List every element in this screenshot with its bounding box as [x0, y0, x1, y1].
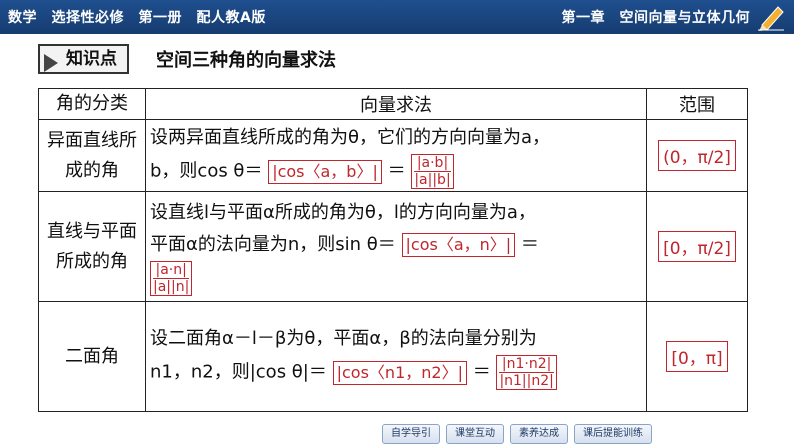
- section-heading: 知识点 空间三种角的向量求法: [38, 40, 758, 74]
- answer-fraction: |a·b| |a||b|: [411, 154, 454, 189]
- section-title: 空间三种角的向量求法: [156, 50, 336, 71]
- method-line-3: |a·n| |a||n|: [150, 261, 642, 296]
- knowledge-badge: 知识点: [38, 44, 129, 74]
- header-method: 向量求法: [145, 88, 647, 120]
- fraction-denominator: |a||n|: [153, 279, 190, 295]
- equals-sign: ＝: [520, 234, 539, 255]
- method-line-2: n1，n2，则|cos θ|＝ |cos〈n1，n2〉| ＝ |n1·n2| |…: [150, 355, 642, 390]
- nav-literacy[interactable]: 素养达成: [510, 424, 568, 444]
- answer-fraction: |a·n| |a||n|: [150, 261, 193, 296]
- pencil-icon: [758, 6, 784, 31]
- table-row: 异面直线所成的角 设两异面直线所成的角为θ，它们的方向向量为a， b，则cos …: [38, 119, 748, 192]
- answer-box-cos: |cos〈a，b〉|: [268, 159, 382, 184]
- range-answer: (0，π/2]: [658, 140, 736, 171]
- fraction-numerator: |a·n|: [153, 262, 190, 279]
- method-line-2: 平面α的法向量为n，则sin θ＝ |cos〈a，n〉| ＝: [150, 229, 642, 261]
- range-answer: [0，π]: [666, 341, 728, 372]
- method-line-2: b，则cos θ＝ |cos〈a，b〉| ＝ |a·b| |a||b|: [150, 154, 642, 189]
- range-cell: [0，π/2]: [646, 191, 748, 302]
- table-row: 直线与平面所成的角 设直线l与平面α所成的角为θ，l的方向向量为a， 平面α的法…: [38, 191, 748, 302]
- method-prefix: 平面α的法向量为n，则sin θ＝: [150, 234, 396, 255]
- method-line-1: 设二面角α－l－β为θ，平面α，β的法向量分别为: [150, 328, 537, 349]
- method-prefix: n1，n2，则|cos θ|＝: [150, 361, 327, 383]
- triangle-arrow-icon: [44, 54, 58, 72]
- equals-sign: ＝: [472, 361, 491, 383]
- fraction-numerator: |a·b|: [414, 155, 451, 172]
- fraction-denominator: |n1||n2|: [499, 373, 554, 389]
- category-cell: 直线与平面所成的角: [38, 191, 146, 302]
- angle-methods-table: 角的分类 向量求法 范围 异面直线所成的角 设两异面直线所成的角为θ，它们的方向…: [38, 88, 748, 412]
- answer-box-cos: |cos〈a，n〉|: [401, 233, 516, 257]
- answer-box-cos: |cos〈n1，n2〉|: [332, 360, 467, 385]
- nav-class-interaction[interactable]: 课堂互动: [446, 424, 504, 444]
- range-answer: [0，π/2]: [658, 231, 736, 262]
- nav-self-study[interactable]: 自学导引: [382, 424, 440, 444]
- header-range: 范围: [646, 88, 748, 120]
- method-prefix: b，则cos θ＝: [150, 160, 263, 182]
- chapter-title: 第一章 空间向量与立体几何: [561, 10, 750, 26]
- method-cell: 设两异面直线所成的角为θ，它们的方向向量为a， b，则cos θ＝ |cos〈a…: [145, 119, 647, 192]
- table-row: 二面角 设二面角α－l－β为θ，平面α，β的法向量分别为 n1，n2，则|cos…: [38, 301, 748, 412]
- fraction-denominator: |a||b|: [414, 172, 451, 188]
- table-header-row: 角的分类 向量求法 范围: [38, 88, 748, 120]
- book-title: 数学 选择性必修 第一册 配人教A版: [8, 10, 266, 26]
- equals-sign: ＝: [387, 160, 406, 182]
- answer-fraction: |n1·n2| |n1||n2|: [496, 355, 557, 390]
- category-cell: 异面直线所成的角: [38, 119, 146, 192]
- range-cell: [0，π]: [646, 301, 748, 412]
- method-line-1: 设直线l与平面α所成的角为θ，l的方向向量为a，: [150, 202, 536, 223]
- method-cell: 设二面角α－l－β为θ，平面α，β的法向量分别为 n1，n2，则|cos θ|＝…: [145, 301, 647, 412]
- bottom-navigation: 自学导引 课堂互动 素养达成 课后提能训练: [382, 424, 652, 444]
- badge-label: 知识点: [66, 49, 117, 69]
- header-bar: 数学 选择性必修 第一册 配人教A版 第一章 空间向量与立体几何: [0, 0, 794, 34]
- range-cell: (0，π/2]: [646, 119, 748, 192]
- header-category: 角的分类: [38, 88, 146, 120]
- category-cell: 二面角: [38, 301, 146, 412]
- method-line-1: 设两异面直线所成的角为θ，它们的方向向量为a，: [150, 127, 551, 148]
- nav-homework[interactable]: 课后提能训练: [574, 424, 652, 444]
- fraction-numerator: |n1·n2|: [499, 356, 554, 373]
- method-cell: 设直线l与平面α所成的角为θ，l的方向向量为a， 平面α的法向量为n，则sin …: [145, 191, 647, 302]
